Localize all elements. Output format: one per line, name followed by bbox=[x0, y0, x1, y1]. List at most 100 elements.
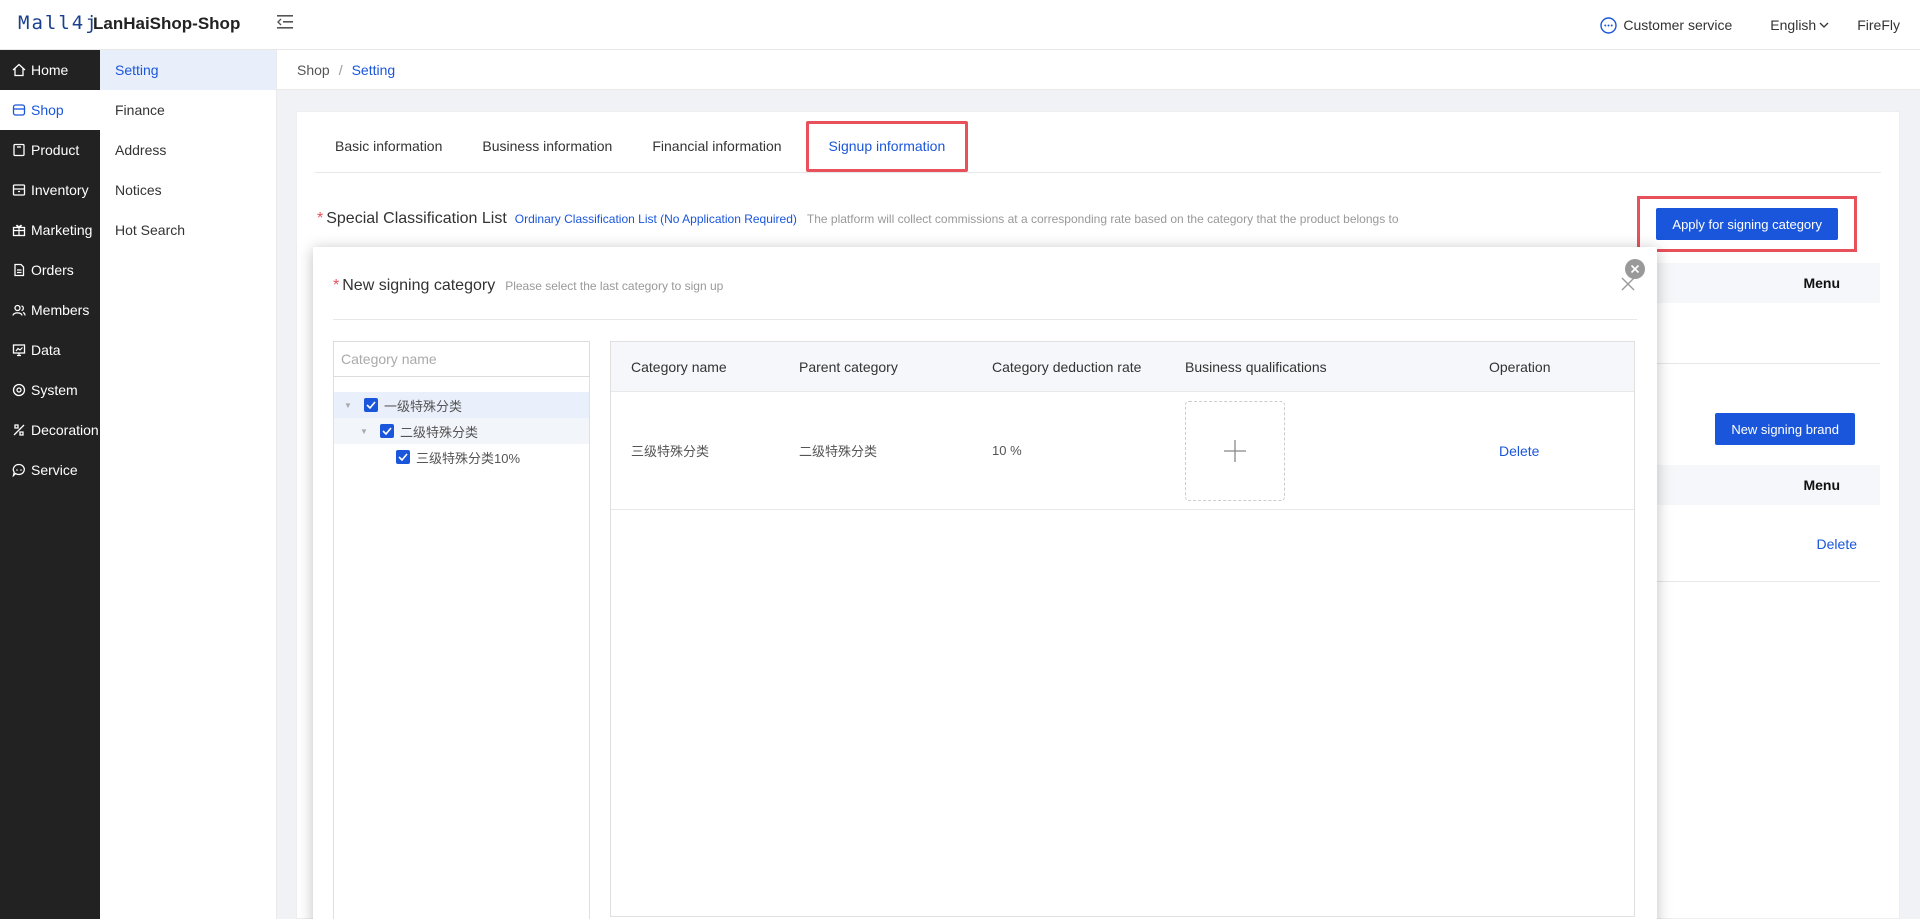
cell-business-qualifications bbox=[1185, 400, 1489, 501]
upload-qualification-button[interactable] bbox=[1185, 400, 1285, 501]
tab-financial-information[interactable]: Financial information bbox=[632, 121, 801, 172]
shop-icon bbox=[12, 104, 26, 116]
inventory-icon bbox=[12, 184, 26, 196]
language-selector[interactable]: English bbox=[1770, 17, 1829, 33]
nav-item-shop[interactable]: Shop bbox=[0, 90, 100, 130]
data-icon bbox=[12, 344, 26, 357]
subnav-item-hot-search[interactable]: Hot Search bbox=[100, 210, 276, 250]
section-title-text: Special Classification List bbox=[326, 210, 507, 227]
customer-service-label: Customer service bbox=[1623, 17, 1733, 33]
tab-basic-information[interactable]: Basic information bbox=[315, 121, 462, 172]
dialog-subtitle: Please select the last category to sign … bbox=[505, 279, 724, 293]
service-icon bbox=[12, 463, 25, 477]
special-classification-header: * Special Classification List Ordinary Cl… bbox=[317, 210, 1399, 228]
logo: Mall4j bbox=[18, 12, 99, 34]
dialog-title: * New signing category Please select the … bbox=[333, 277, 723, 295]
orders-icon bbox=[14, 263, 25, 277]
new-brand-wrap: New signing brand bbox=[1715, 413, 1855, 445]
tab-signup-information[interactable]: Signup information bbox=[805, 121, 969, 172]
top-header: Mall4j LanHaiShop-Shop Customer service … bbox=[0, 0, 1920, 50]
nav-item-system[interactable]: System bbox=[0, 370, 100, 410]
system-icon bbox=[12, 383, 26, 397]
close-circle-icon[interactable] bbox=[1625, 259, 1645, 279]
nav-label: Service bbox=[31, 462, 78, 478]
checkbox-checked-icon[interactable] bbox=[364, 398, 378, 412]
nav-item-members[interactable]: Members bbox=[0, 290, 100, 330]
cell-deduction-rate: 10 % bbox=[992, 443, 1022, 458]
nav-item-home[interactable]: Home bbox=[0, 50, 100, 90]
nav-label: Home bbox=[31, 62, 69, 78]
new-signing-category-dialog: * New signing category Please select the … bbox=[313, 247, 1657, 919]
dialog-title-text: * New signing category bbox=[333, 277, 495, 295]
nav-item-product[interactable]: Product bbox=[0, 130, 100, 170]
close-icon[interactable] bbox=[1621, 277, 1635, 291]
ordinary-classification-link[interactable]: Ordinary Classification List (No Applica… bbox=[515, 212, 797, 226]
required-mark: * bbox=[333, 277, 340, 294]
category-search-input[interactable] bbox=[333, 341, 590, 377]
home-icon bbox=[12, 63, 26, 77]
chat-icon bbox=[1600, 16, 1618, 34]
nav-item-inventory[interactable]: Inventory bbox=[0, 170, 100, 210]
cell-parent-category: 二级特殊分类 bbox=[799, 444, 878, 459]
user-menu[interactable]: FireFly bbox=[1857, 17, 1900, 33]
category-tree: ▼ 一级特殊分类 ▼ 二级特殊分类 三级特殊分类10% bbox=[334, 392, 589, 470]
marketing-icon bbox=[12, 224, 26, 237]
nav-label: Members bbox=[31, 302, 90, 318]
nav-label: Product bbox=[31, 142, 80, 158]
commission-hint: The platform will collect commissions at… bbox=[806, 212, 1399, 226]
breadcrumb-current: Setting bbox=[351, 61, 396, 78]
nav-item-marketing[interactable]: Marketing bbox=[0, 210, 100, 250]
nav-label: System bbox=[31, 382, 78, 398]
tree-node-level1[interactable]: ▼ 一级特殊分类 bbox=[334, 392, 589, 418]
caret-down-icon[interactable]: ▼ bbox=[358, 427, 370, 436]
language-label: English bbox=[1770, 17, 1817, 33]
section-title: * Special Classification List bbox=[317, 210, 507, 228]
nav-label: Decoration bbox=[31, 422, 99, 438]
nav-label: Inventory bbox=[31, 182, 89, 198]
chevron-down-icon bbox=[1819, 22, 1829, 28]
plus-icon bbox=[1224, 439, 1246, 462]
required-mark: * bbox=[317, 210, 324, 227]
decoration-icon bbox=[13, 424, 25, 436]
subnav-item-setting[interactable]: Setting bbox=[100, 50, 276, 90]
col-header-deduction-rate: Category deduction rate bbox=[992, 358, 1142, 375]
breadcrumb-root[interactable]: Shop bbox=[297, 62, 330, 78]
nav-label: Shop bbox=[31, 102, 64, 118]
tab-business-information[interactable]: Business information bbox=[462, 121, 632, 172]
dialog-title-label: New signing category bbox=[342, 277, 496, 294]
nav-item-service[interactable]: Service bbox=[0, 450, 100, 490]
breadcrumb: Shop / Setting bbox=[277, 50, 1920, 90]
tree-node-level2[interactable]: ▼ 二级特殊分类 bbox=[334, 418, 589, 444]
tree-node-label: 三级特殊分类10% bbox=[416, 450, 521, 466]
nav-item-orders[interactable]: Orders bbox=[0, 250, 100, 290]
subnav-item-notices[interactable]: Notices bbox=[100, 170, 276, 210]
nav-item-data[interactable]: Data bbox=[0, 330, 100, 370]
menu-collapse-icon[interactable] bbox=[277, 14, 297, 32]
tree-node-label: 一级特殊分类 bbox=[384, 398, 463, 414]
tree-node-label: 二级特殊分类 bbox=[400, 424, 479, 440]
breadcrumb-separator: / bbox=[338, 61, 343, 78]
checkbox-checked-icon[interactable] bbox=[396, 450, 410, 464]
main-sidebar: Home Shop Product Inventory Marketing Or… bbox=[0, 50, 100, 919]
brand-delete-link[interactable]: Delete bbox=[1817, 536, 1857, 552]
delete-row-link[interactable]: Delete bbox=[1489, 443, 1539, 459]
tree-node-level3[interactable]: 三级特殊分类10% bbox=[334, 444, 589, 470]
new-signing-brand-button[interactable]: New signing brand bbox=[1715, 413, 1855, 445]
checkbox-checked-icon[interactable] bbox=[380, 424, 394, 438]
nav-item-decoration[interactable]: Decoration bbox=[0, 410, 100, 450]
cell-operation: Delete bbox=[1489, 443, 1634, 459]
table-row: 三级特殊分类 二级特殊分类 10 % Delete bbox=[611, 392, 1634, 510]
product-icon bbox=[13, 143, 25, 157]
subnav-item-address[interactable]: Address bbox=[100, 130, 276, 170]
sub-sidebar: Setting Finance Address Notices Hot Sear… bbox=[100, 50, 277, 919]
col-header-category-name: Category name bbox=[631, 358, 727, 375]
caret-down-icon[interactable]: ▼ bbox=[342, 401, 354, 410]
dialog-divider bbox=[333, 319, 1637, 320]
customer-service-link[interactable]: Customer service bbox=[1600, 16, 1733, 34]
nav-label: Marketing bbox=[31, 222, 93, 238]
subnav-item-finance[interactable]: Finance bbox=[100, 90, 276, 130]
nav-label: Data bbox=[31, 342, 61, 358]
col-header-operation: Operation bbox=[1489, 358, 1551, 375]
apply-signing-category-button[interactable]: Apply for signing category bbox=[1656, 208, 1838, 240]
app-title: LanHaiShop-Shop bbox=[93, 14, 241, 33]
